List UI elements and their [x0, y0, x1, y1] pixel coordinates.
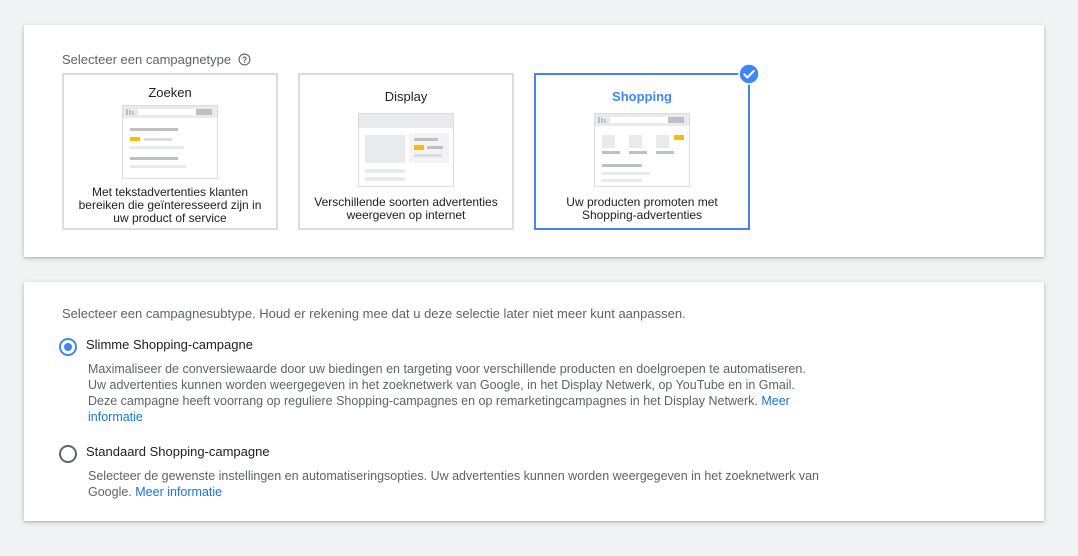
campaign-type-search-description: Met tekstadvertenties klanten bereiken d…	[78, 185, 262, 225]
campaign-type-search-card[interactable]: Zoeken Met tekstadvertenties klanten ber…	[62, 73, 278, 230]
campaign-subtype-prompt: Selecteer een campagnesubtype. Houd er r…	[62, 306, 686, 321]
smart-shopping-label[interactable]: Slimme Shopping-campagne	[86, 337, 253, 352]
standard-shopping-description: Selecteer de gewenste instellingen en au…	[88, 468, 823, 500]
campaign-type-display-card[interactable]: Display Verschillende soorten advertenti…	[298, 73, 514, 230]
smart-shopping-description-text: Maximaliseer de conversiewaarde door uw …	[88, 362, 806, 408]
campaign-type-prompt: Selecteer een campagnetype	[62, 52, 251, 67]
display-ad-illustration-icon	[358, 113, 454, 187]
standard-shopping-learn-more-link[interactable]: Meer informatie	[135, 485, 222, 499]
standard-shopping-label[interactable]: Standaard Shopping-campagne	[86, 444, 270, 459]
search-ad-illustration-icon	[122, 105, 218, 179]
campaign-type-shopping-card[interactable]: Shopping Uw producten promoten met Shopp…	[534, 63, 760, 230]
campaign-type-prompt-text: Selecteer een campagnetype	[62, 52, 232, 67]
shopping-ad-illustration-icon	[594, 113, 690, 187]
help-circle-icon[interactable]	[238, 53, 251, 66]
campaign-type-display-title: Display	[384, 89, 428, 104]
smart-shopping-radio[interactable]	[59, 338, 77, 356]
campaign-type-shopping-description: Uw producten promoten met Shopping-adver…	[566, 195, 718, 222]
check-circle-icon	[738, 63, 760, 85]
standard-shopping-radio[interactable]	[59, 445, 77, 463]
campaign-type-panel: Selecteer een campagnetype Zoeken Met te…	[24, 25, 1044, 257]
campaign-type-shopping-title: Shopping	[612, 89, 672, 104]
campaign-subtype-panel: Selecteer een campagnesubtype. Houd er r…	[24, 282, 1044, 521]
campaign-type-display-description: Verschillende soorten advertenties weerg…	[314, 195, 498, 222]
smart-shopping-description: Maximaliseer de conversiewaarde door uw …	[88, 361, 823, 425]
campaign-type-search-title: Zoeken	[148, 85, 192, 100]
